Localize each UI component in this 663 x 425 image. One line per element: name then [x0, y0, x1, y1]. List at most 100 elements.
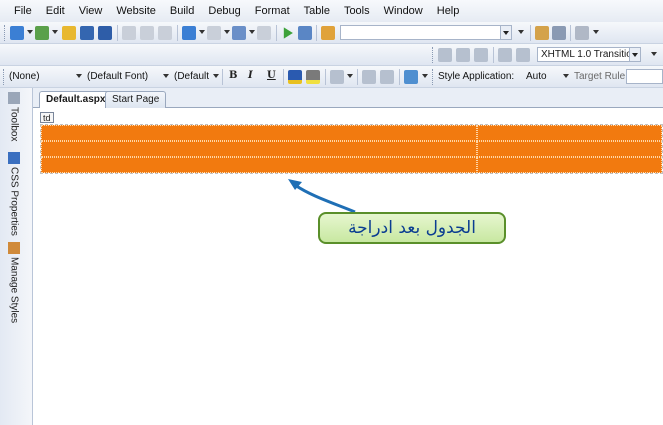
numbered-list-icon[interactable]	[380, 70, 394, 84]
chevron-down-icon[interactable]	[27, 30, 33, 34]
start-debugging-icon[interactable]	[283, 27, 293, 39]
navigate-backward-icon[interactable]	[232, 26, 246, 40]
justify-icon[interactable]	[330, 70, 344, 84]
chevron-down-icon[interactable]	[249, 30, 255, 34]
chevron-down-icon[interactable]	[224, 30, 230, 34]
toolbar-separator	[325, 69, 326, 85]
design-surface[interactable]: td الجدول بعد ادراجة	[33, 108, 663, 425]
toolbox-icon[interactable]	[575, 26, 589, 40]
font-size-select[interactable]: (Default	[174, 71, 209, 82]
redo-icon[interactable]	[207, 26, 221, 40]
chevron-down-icon[interactable]	[563, 74, 569, 78]
chevron-down-icon[interactable]	[76, 74, 82, 78]
table-cell[interactable]	[41, 125, 477, 141]
menu-tools[interactable]: Tools	[344, 5, 370, 17]
solution-explorer-icon[interactable]	[535, 26, 549, 40]
undo-icon[interactable]	[182, 26, 196, 40]
copy-icon[interactable]	[140, 26, 154, 40]
toolbar-separator	[493, 47, 494, 63]
italic-button[interactable]: I	[248, 70, 253, 81]
chevron-down-icon[interactable]	[593, 30, 599, 34]
add-item-icon[interactable]	[35, 26, 49, 40]
font-color-icon[interactable]	[288, 70, 302, 84]
toolbar-separator	[530, 25, 531, 41]
toolbar-separator	[316, 25, 317, 41]
menu-format[interactable]: Format	[255, 5, 290, 17]
toolbox-icon	[8, 92, 20, 104]
menu-window[interactable]: Window	[384, 5, 423, 17]
menu-debug[interactable]: Debug	[208, 5, 240, 17]
toolbar-separator	[177, 25, 178, 41]
open-folder-icon[interactable]	[62, 26, 76, 40]
sidebar-tab-label: Manage Styles	[8, 257, 20, 324]
bold-button[interactable]: B	[229, 70, 237, 81]
find-in-files-icon[interactable]	[321, 26, 335, 40]
outdent-icon[interactable]	[456, 48, 470, 62]
underline-button[interactable]: U	[267, 70, 276, 81]
ide-window: File Edit View Website Build Debug Forma…	[0, 0, 663, 425]
bulleted-list-icon[interactable]	[362, 70, 376, 84]
chevron-down-icon[interactable]	[199, 30, 205, 34]
chevron-down-icon[interactable]	[422, 74, 428, 78]
menu-file[interactable]: File	[14, 5, 32, 17]
toolbar-separator	[283, 69, 284, 85]
css-properties-icon	[8, 152, 20, 164]
toolbar-separator	[357, 69, 358, 85]
menu-build[interactable]: Build	[170, 5, 194, 17]
chevron-down-icon[interactable]	[651, 52, 657, 56]
decrease-indent-icon[interactable]	[474, 48, 488, 62]
annotation-callout: الجدول بعد ادراجة	[318, 212, 506, 244]
indent-icon[interactable]	[438, 48, 452, 62]
menu-help[interactable]: Help	[437, 5, 460, 17]
document-tab-strip: Default.aspx* Start Page	[33, 88, 663, 109]
style-application-label: Style Application:	[438, 71, 515, 82]
style-application-select[interactable]: Auto	[526, 71, 547, 82]
table-cell[interactable]	[477, 125, 662, 141]
save-icon[interactable]	[80, 26, 94, 40]
target-rule-select[interactable]	[626, 69, 663, 84]
sidebar-tab-toolbox[interactable]: Toolbox	[8, 92, 20, 141]
chevron-down-icon[interactable]	[163, 74, 169, 78]
comment-icon[interactable]	[498, 48, 512, 62]
cut-icon[interactable]	[122, 26, 136, 40]
menu-table[interactable]: Table	[304, 5, 330, 17]
sidebar-tab-manage-styles[interactable]: Manage Styles	[8, 242, 20, 323]
navigate-forward-icon[interactable]	[257, 26, 271, 40]
toolbar-grip[interactable]	[432, 47, 436, 63]
find-combo[interactable]	[340, 25, 512, 40]
table-cell[interactable]	[477, 141, 662, 157]
block-format-select[interactable]: (None)	[9, 71, 40, 82]
toolbar-grip[interactable]	[4, 25, 8, 41]
table-row	[41, 141, 662, 157]
design-table[interactable]	[40, 124, 663, 174]
view-in-browser-icon[interactable]	[298, 26, 312, 40]
save-all-icon[interactable]	[98, 26, 112, 40]
menu-view[interactable]: View	[79, 5, 103, 17]
chevron-down-icon[interactable]	[629, 48, 640, 61]
selected-tag-indicator[interactable]: td	[40, 112, 54, 123]
toolbar-grip[interactable]	[3, 69, 7, 85]
chevron-down-icon[interactable]	[213, 74, 219, 78]
table-cell[interactable]	[41, 141, 477, 157]
menu-website[interactable]: Website	[116, 5, 156, 17]
chevron-down-icon[interactable]	[52, 30, 58, 34]
chevron-down-icon[interactable]	[500, 26, 511, 39]
toolbar-grip[interactable]	[432, 69, 436, 85]
hyperlink-icon[interactable]	[404, 70, 418, 84]
uncomment-icon[interactable]	[516, 48, 530, 62]
target-rule-label: Target Rule:	[574, 71, 628, 82]
new-project-icon[interactable]	[10, 26, 24, 40]
menu-edit[interactable]: Edit	[46, 5, 65, 17]
table-cell[interactable]	[41, 157, 477, 173]
table-cell[interactable]	[477, 157, 662, 173]
chevron-down-icon[interactable]	[518, 30, 524, 34]
properties-window-icon[interactable]	[552, 26, 566, 40]
highlight-icon[interactable]	[306, 70, 320, 84]
tab-start-page[interactable]: Start Page	[105, 91, 167, 108]
sidebar-tab-css-properties[interactable]: CSS Properties	[8, 152, 20, 236]
chevron-down-icon[interactable]	[347, 74, 353, 78]
doctype-combo[interactable]: XHTML 1.0 Transition	[537, 47, 641, 62]
paste-icon[interactable]	[158, 26, 172, 40]
toolbar-separator	[222, 69, 223, 85]
font-name-select[interactable]: (Default Font)	[87, 71, 148, 82]
